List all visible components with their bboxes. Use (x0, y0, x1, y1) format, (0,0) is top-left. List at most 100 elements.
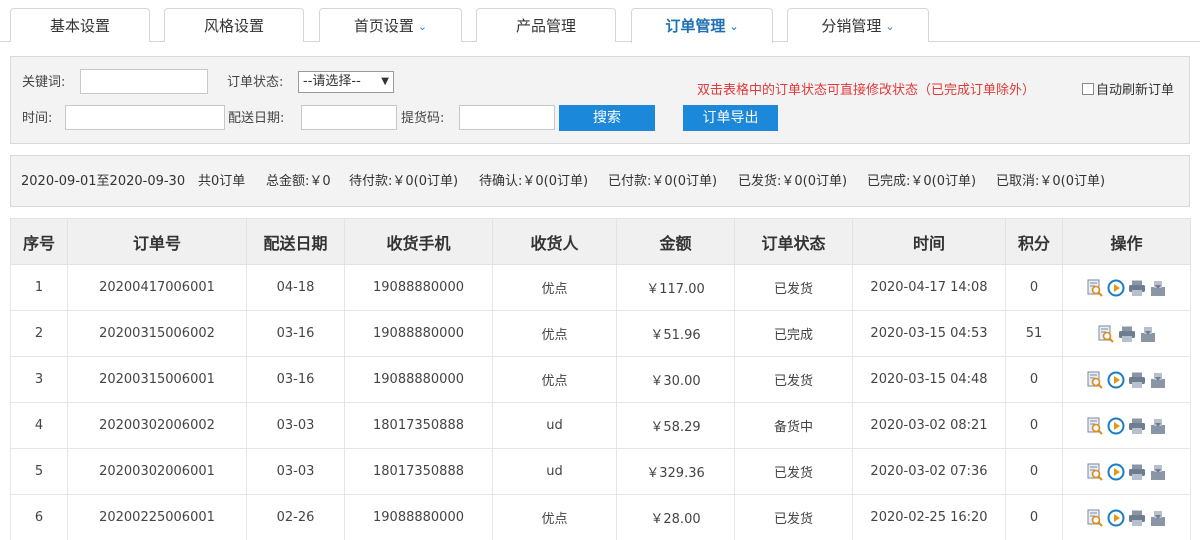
print-icon[interactable] (1128, 279, 1146, 297)
print-icon[interactable] (1118, 325, 1136, 343)
process-order-icon[interactable] (1107, 509, 1125, 527)
cell-time: 2020-02-25 16:20 (852, 494, 1006, 540)
pickup-code-input[interactable] (459, 105, 555, 130)
auto-refresh-checkbox[interactable]: 自动刷新订单 (1082, 81, 1174, 101)
print-icon[interactable] (1128, 417, 1146, 435)
tab-distribution-management[interactable]: 分销管理 ⌄ (787, 8, 929, 42)
tab-label: 首页设置 (353, 17, 414, 35)
cell-index: 6 (10, 494, 68, 540)
print-icon[interactable] (1128, 509, 1146, 527)
cell-phone: 18017350888 (344, 402, 493, 449)
process-order-icon[interactable] (1107, 371, 1125, 389)
cell-order-status[interactable]: 已发货 (734, 264, 853, 311)
status-edit-notice: 双击表格中的订单状态可直接修改状态（已完成订单除外） (697, 83, 1036, 98)
table-row[interactable]: 4 20200302006002 03-03 18017350888 ud ￥58.29 备… (10, 402, 1191, 449)
order-status-label: 订单状态: (227, 75, 284, 90)
export-orders-button[interactable]: 订单导出 (683, 105, 778, 131)
order-status-select[interactable]: --请选择-- ▼ (298, 71, 394, 93)
table-row[interactable]: 2 20200315006002 03-16 19088880000 优点 ￥51.96 已… (10, 310, 1191, 357)
process-order-icon[interactable] (1107, 463, 1125, 481)
view-order-icon[interactable] (1086, 463, 1104, 481)
cell-points: 0 (1005, 356, 1063, 403)
order-summary-bar: 2020-09-01至2020-09-30 共0订单 总金额:￥0 待付款:￥0… (10, 155, 1190, 207)
keyword-label: 关键词: (22, 75, 66, 90)
view-order-icon[interactable] (1086, 509, 1104, 527)
cell-delivery-date: 02-26 (246, 494, 345, 540)
view-order-icon[interactable] (1086, 371, 1104, 389)
orders-table: 序号 订单号 配送日期 收货手机 收货人 金额 订单状态 时间 积分 操作 12… (10, 218, 1191, 540)
tab-basic-settings[interactable]: 基本设置 (10, 8, 150, 42)
cell-points: 0 (1005, 494, 1063, 540)
summary-cancelled: 已取消:￥0(0订单) (996, 174, 1106, 189)
cell-amount: ￥30.00 (616, 356, 735, 403)
cell-receiver: 优点 (492, 310, 617, 357)
table-row[interactable]: 3 20200315006001 03-16 19088880000 优点 ￥30.00 已… (10, 356, 1191, 403)
cell-amount: ￥28.00 (616, 494, 735, 540)
print-icon[interactable] (1128, 371, 1146, 389)
cell-phone: 19088880000 (344, 310, 493, 357)
cell-index: 5 (10, 448, 68, 495)
tab-order-management[interactable]: 订单管理 ⌄ (631, 8, 773, 43)
column-header-index: 序号 (10, 218, 68, 265)
tab-style-settings[interactable]: 风格设置 (164, 8, 304, 42)
table-row[interactable]: 6 20200225006001 02-26 19088880000 优点 ￥28.00 已… (10, 494, 1191, 540)
summary-pending-confirm: 待确认:￥0(0订单) (479, 174, 589, 189)
cell-time: 2020-03-15 04:48 (852, 356, 1006, 403)
chevron-down-icon: ⌄ (417, 20, 428, 33)
cell-index: 3 (10, 356, 68, 403)
cell-order-status[interactable]: 已发货 (734, 494, 853, 540)
view-order-icon[interactable] (1086, 417, 1104, 435)
cell-receiver: 优点 (492, 356, 617, 403)
tab-label: 基本设置 (49, 17, 110, 35)
column-header-points: 积分 (1005, 218, 1063, 265)
cell-time: 2020-03-02 08:21 (852, 402, 1006, 449)
cell-order-status[interactable]: 已发货 (734, 356, 853, 403)
view-order-icon[interactable] (1086, 279, 1104, 297)
search-button[interactable]: 搜索 (559, 105, 655, 131)
cell-order-status[interactable]: 已完成 (734, 310, 853, 357)
table-row[interactable]: 1 20200417006001 04-18 19088880000 优点 ￥117.00… (10, 264, 1191, 311)
cell-index: 1 (10, 264, 68, 311)
column-header-actions: 操作 (1062, 218, 1191, 265)
cell-points: 0 (1005, 264, 1063, 311)
export-order-icon[interactable] (1149, 509, 1167, 527)
cell-points: 0 (1005, 448, 1063, 495)
cell-points: 0 (1005, 402, 1063, 449)
process-order-icon[interactable] (1107, 279, 1125, 297)
summary-shipped: 已发货:￥0(0订单) (738, 174, 848, 189)
cell-delivery-date: 03-03 (246, 402, 345, 449)
cell-actions (1062, 264, 1191, 311)
cell-phone: 19088880000 (344, 264, 493, 311)
cell-delivery-date: 04-18 (246, 264, 345, 311)
chevron-down-icon: ⌄ (729, 20, 739, 33)
export-order-icon[interactable] (1149, 279, 1167, 297)
tab-homepage-settings[interactable]: 首页设置 ⌄ (319, 8, 462, 42)
time-range-input[interactable] (65, 105, 225, 130)
delivery-date-label: 配送日期: (228, 111, 285, 126)
keyword-input[interactable] (80, 69, 208, 94)
cell-phone: 19088880000 (344, 494, 493, 540)
process-order-icon[interactable] (1107, 417, 1125, 435)
row-action-group (1086, 371, 1167, 389)
auto-refresh-label: 自动刷新订单 (1096, 83, 1175, 98)
export-order-icon[interactable] (1149, 417, 1167, 435)
time-label: 时间: (22, 111, 53, 126)
delivery-date-input[interactable] (301, 105, 397, 130)
dropdown-arrow-icon: ▼ (381, 76, 389, 87)
cell-order-status[interactable]: 备货中 (734, 402, 853, 449)
cell-receiver: ud (492, 402, 617, 449)
column-header-status: 订单状态 (734, 218, 853, 265)
table-row[interactable]: 5 20200302006001 03-03 18017350888 ud ￥329.36… (10, 448, 1191, 495)
cell-order-no: 20200417006001 (67, 264, 247, 311)
cell-time: 2020-04-17 14:08 (852, 264, 1006, 311)
cell-points: 51 (1005, 310, 1063, 357)
tab-product-management[interactable]: 产品管理 (476, 8, 616, 42)
row-action-group (1086, 509, 1167, 527)
export-order-icon[interactable] (1149, 463, 1167, 481)
view-order-icon[interactable] (1097, 325, 1115, 343)
cell-order-status[interactable]: 已发货 (734, 448, 853, 495)
tab-label: 产品管理 (515, 17, 576, 35)
export-order-icon[interactable] (1139, 325, 1157, 343)
export-order-icon[interactable] (1149, 371, 1167, 389)
print-icon[interactable] (1128, 463, 1146, 481)
